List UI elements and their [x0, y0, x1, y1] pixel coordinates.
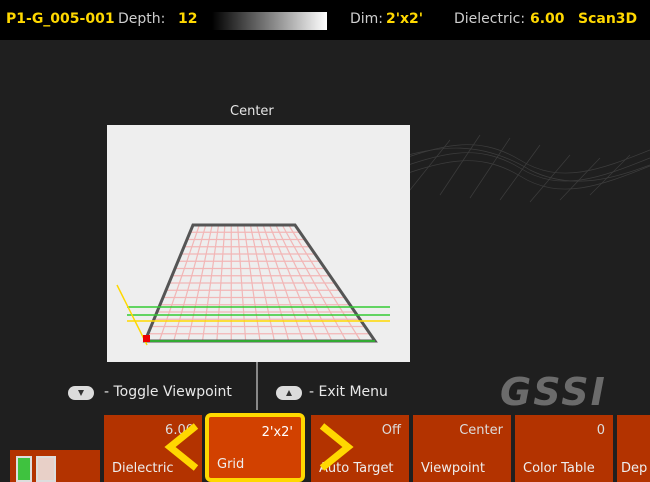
dielectric-label: Dielectric:	[454, 11, 526, 27]
arrow-down-key-icon	[68, 386, 94, 400]
softkey-label: Grid	[217, 457, 245, 472]
hint-exit-menu: - Exit Menu	[309, 384, 388, 400]
softkey-value: Center	[459, 423, 503, 438]
color-gradient-bar	[212, 12, 327, 30]
scan3d-viewport[interactable]	[107, 125, 410, 362]
softkey-value: 2'x2'	[261, 425, 293, 440]
hint-toggle-viewpoint: - Toggle Viewpoint	[104, 384, 232, 400]
background-wave-graphic	[370, 134, 650, 203]
chevron-left-icon[interactable]	[162, 422, 202, 472]
depth-label: Depth:	[118, 11, 166, 27]
dim-value: 2'x2'	[386, 11, 424, 27]
arrow-up-key-icon	[276, 386, 302, 400]
dim-label: Dim:	[350, 11, 384, 27]
softkey-value: Off	[381, 423, 401, 438]
file-name: P1-G_005-001	[6, 11, 115, 27]
origin-marker	[143, 335, 150, 342]
battery-cell-1	[16, 456, 32, 482]
softkey-grid[interactable]: 2'x2' Grid	[205, 413, 305, 482]
gssi-logo: GSSI	[500, 370, 607, 414]
battery-cell-2	[36, 456, 56, 482]
softkey-label: Viewpoint	[421, 461, 486, 476]
softkey-depth[interactable]: Dep	[617, 415, 650, 482]
softkey-value: 0	[596, 423, 605, 438]
divider-line	[256, 362, 258, 410]
mode-label: Scan3D	[578, 11, 638, 27]
softkey-label: Dep	[621, 461, 648, 476]
battery-icon	[10, 450, 100, 482]
status-bar: P1-G_005-001 Depth: 12 Dim: 2'x2' Dielec…	[0, 0, 650, 40]
softkey-label: Color Table	[523, 461, 595, 476]
grid-3d-view	[116, 223, 390, 346]
softkey-color-table[interactable]: 0 Color Table	[515, 415, 613, 482]
chevron-right-icon[interactable]	[316, 422, 356, 472]
dielectric-value: 6.00	[530, 11, 565, 27]
softkey-viewpoint[interactable]: Center Viewpoint	[413, 415, 511, 482]
viewport-title: Center	[230, 104, 274, 119]
depth-value: 12	[178, 11, 198, 27]
